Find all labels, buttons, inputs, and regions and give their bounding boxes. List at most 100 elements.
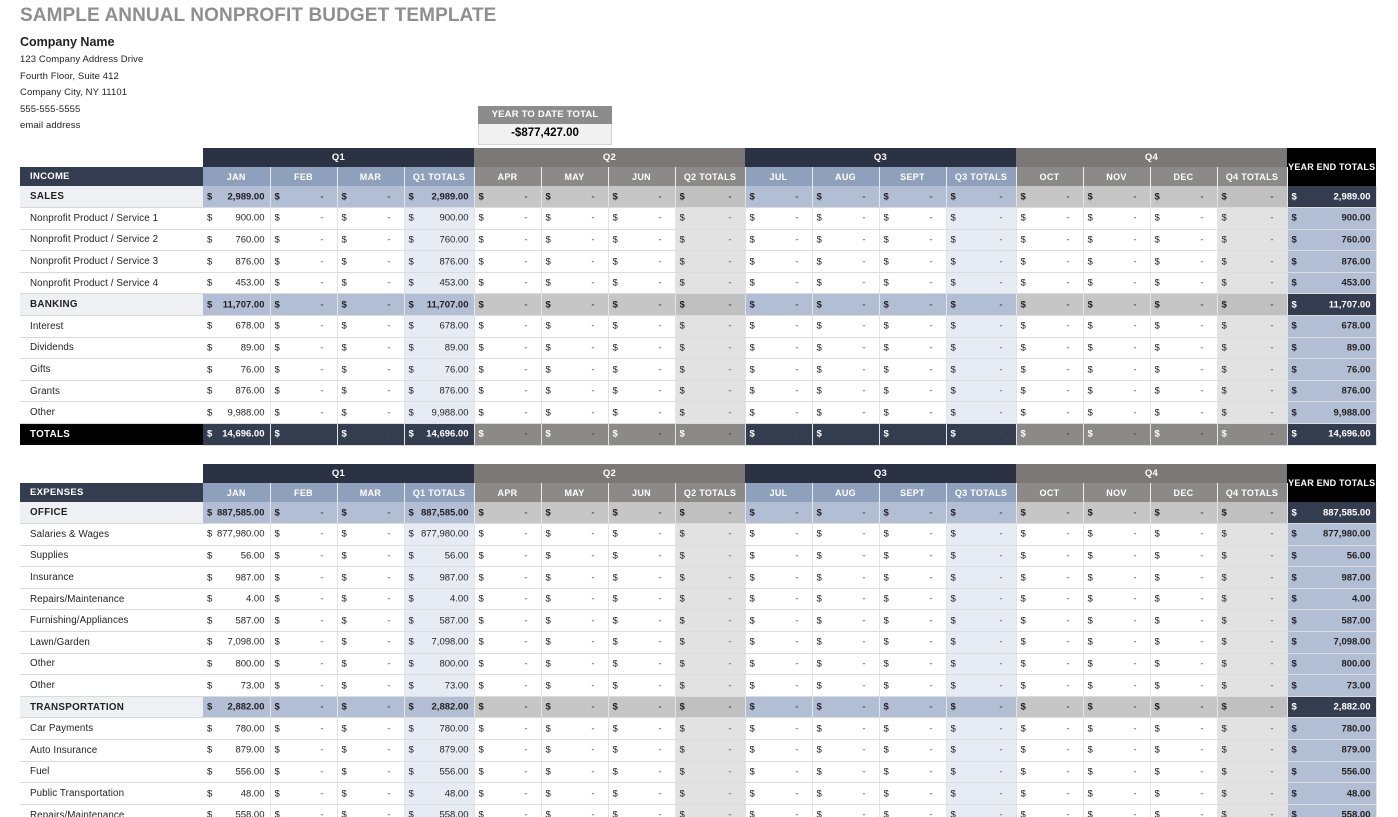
cell-sept[interactable]: $ - [879,401,947,425]
cell-sept[interactable]: $ - [879,337,947,360]
cell-year-end-total[interactable]: $48.00 [1287,782,1377,805]
cell-jul[interactable]: $ - [745,523,813,546]
cell-year-end-total[interactable]: $678.00 [1287,315,1377,338]
cell-year-end-total[interactable]: $11,707.00 [1287,293,1377,317]
cell-nov[interactable]: $ - [1083,207,1151,230]
cell-aug[interactable]: $ - [812,653,880,676]
cell-sept[interactable]: $ - [879,761,947,784]
cell-q2-totals[interactable]: $ - [675,250,746,273]
cell-apr[interactable]: $ - [474,631,542,654]
cell-may[interactable]: $ - [541,186,609,209]
cell-may[interactable]: $ - [541,502,609,525]
cell-year-end-total[interactable]: $2,989.00 [1287,186,1377,209]
cell-q2-totals[interactable]: $ - [675,653,746,676]
cell-q4-totals[interactable]: $ - [1217,653,1288,676]
cell-q3-totals[interactable]: $ - [946,717,1017,741]
cell-nov[interactable]: $ - [1083,337,1151,360]
cell-jun[interactable]: $ - [608,423,676,446]
cell-q2-totals[interactable]: $ - [675,293,746,317]
cell-q2-totals[interactable]: $ - [675,717,746,741]
cell-jun[interactable]: $ - [608,250,676,273]
cell-dec[interactable]: $ - [1150,293,1218,317]
cell-q4-totals[interactable]: $ - [1217,523,1288,546]
cell-mar[interactable]: $ - [337,401,405,425]
cell-q4-totals[interactable]: $ - [1217,545,1288,568]
cell-oct[interactable]: $ - [1016,207,1084,230]
cell-dec[interactable]: $ - [1150,609,1218,633]
cell-nov[interactable]: $ - [1083,293,1151,317]
cell-sept[interactable]: $ - [879,566,947,589]
cell-q2-totals[interactable]: $ - [675,545,746,568]
cell-jul[interactable]: $ - [745,380,813,403]
cell-q3-totals[interactable]: $ - [946,186,1017,209]
cell-q3-totals[interactable]: $ - [946,761,1017,784]
cell-jul[interactable]: $ - [745,250,813,273]
cell-may[interactable]: $ - [541,250,609,273]
cell-aug[interactable]: $ - [812,380,880,403]
cell-may[interactable]: $ - [541,739,609,762]
cell-jul[interactable]: $ - [745,272,813,295]
cell-q2-totals[interactable]: $ - [675,566,746,589]
cell-apr[interactable]: $ - [474,380,542,403]
cell-oct[interactable]: $ - [1016,674,1084,697]
cell-mar[interactable]: $ - [337,186,405,209]
cell-oct[interactable]: $ - [1016,717,1084,741]
cell-nov[interactable]: $ - [1083,804,1151,817]
cell-dec[interactable]: $ - [1150,717,1218,741]
cell-year-end-total[interactable]: $780.00 [1287,717,1377,741]
cell-apr[interactable]: $ - [474,423,542,446]
cell-mar[interactable]: $ - [337,804,405,817]
cell-may[interactable]: $ - [541,380,609,403]
cell-feb[interactable]: $ - [270,761,338,784]
cell-year-end-total[interactable]: $56.00 [1287,545,1377,568]
cell-jun[interactable]: $ - [608,207,676,230]
cell-nov[interactable]: $ - [1083,566,1151,589]
cell-q2-totals[interactable]: $ - [675,401,746,425]
cell-jan[interactable]: $587.00 [203,609,271,633]
cell-may[interactable]: $ - [541,782,609,805]
cell-mar[interactable]: $ - [337,717,405,741]
cell-jan[interactable]: $800.00 [203,653,271,676]
cell-sept[interactable]: $ - [879,423,947,446]
cell-q4-totals[interactable]: $ - [1217,739,1288,762]
cell-dec[interactable]: $ - [1150,674,1218,697]
cell-apr[interactable]: $ - [474,337,542,360]
cell-q1-totals[interactable]: $879.00 [404,739,475,762]
cell-jun[interactable]: $ - [608,272,676,295]
cell-q3-totals[interactable]: $ - [946,272,1017,295]
cell-jun[interactable]: $ - [608,804,676,817]
cell-may[interactable]: $ - [541,631,609,654]
cell-may[interactable]: $ - [541,401,609,425]
cell-year-end-total[interactable]: $760.00 [1287,229,1377,252]
cell-feb[interactable]: $ - [270,804,338,817]
cell-oct[interactable]: $ - [1016,186,1084,209]
cell-aug[interactable]: $ - [812,717,880,741]
cell-apr[interactable]: $ - [474,696,542,719]
cell-jul[interactable]: $ - [745,401,813,425]
cell-mar[interactable]: $ - [337,272,405,295]
cell-sept[interactable]: $ - [879,609,947,633]
cell-dec[interactable]: $ - [1150,523,1218,546]
cell-jul[interactable]: $ - [745,761,813,784]
cell-jan[interactable]: $887,585.00 [203,502,271,525]
cell-q3-totals[interactable]: $ - [946,653,1017,676]
cell-jun[interactable]: $ - [608,523,676,546]
cell-q3-totals[interactable]: $ - [946,588,1017,611]
cell-aug[interactable]: $ - [812,588,880,611]
cell-q1-totals[interactable]: $56.00 [404,545,475,568]
cell-q3-totals[interactable]: $ - [946,631,1017,654]
cell-mar[interactable]: $ - [337,696,405,719]
cell-feb[interactable]: $ - [270,545,338,568]
cell-mar[interactable]: $ - [337,674,405,697]
cell-q2-totals[interactable]: $ - [675,272,746,295]
cell-jun[interactable]: $ - [608,609,676,633]
cell-mar[interactable]: $ - [337,739,405,762]
cell-sept[interactable]: $ - [879,545,947,568]
cell-feb[interactable]: $ - [270,631,338,654]
cell-year-end-total[interactable]: $9,988.00 [1287,401,1377,425]
cell-jun[interactable]: $ - [608,229,676,252]
cell-q1-totals[interactable]: $7,098.00 [404,631,475,654]
cell-nov[interactable]: $ - [1083,358,1151,381]
cell-jul[interactable]: $ - [745,293,813,317]
cell-oct[interactable]: $ - [1016,272,1084,295]
